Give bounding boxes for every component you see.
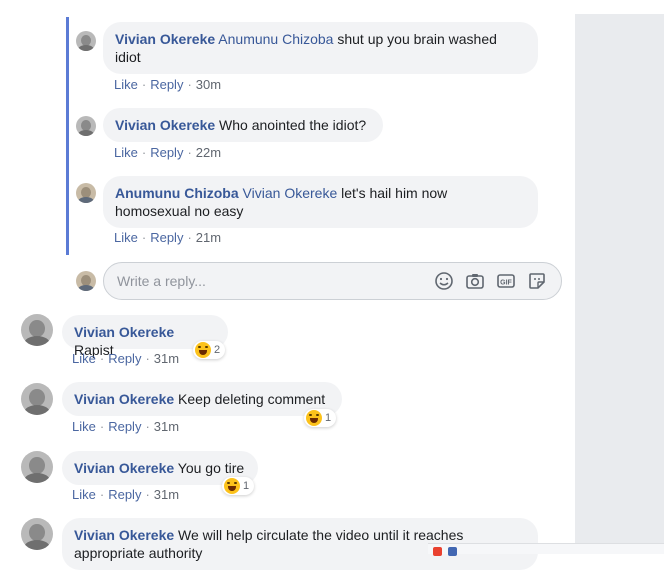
comment-author[interactable]: Vivian Okereke	[115, 117, 215, 133]
reply-link[interactable]: Reply	[108, 351, 141, 366]
current-user-avatar	[76, 271, 96, 291]
reaction-badge[interactable]: 1	[222, 477, 255, 495]
comment-actions: Like · Reply · 22m	[114, 145, 222, 160]
like-link[interactable]: Like	[72, 487, 96, 502]
comment-author[interactable]: Vivian Okereke	[115, 31, 215, 47]
haha-icon	[306, 410, 322, 426]
avatar[interactable]	[21, 314, 53, 346]
svg-text:GIF: GIF	[500, 279, 512, 286]
like-link[interactable]: Like	[114, 145, 138, 160]
comment-text: Who anointed the idiot?	[219, 117, 367, 133]
like-link[interactable]: Like	[114, 77, 138, 92]
gif-icon[interactable]: GIF	[496, 271, 516, 291]
reaction-badge[interactable]: 2	[193, 341, 226, 359]
comment-timestamp[interactable]: 31m	[154, 351, 179, 366]
comment-bubble: Vivian Okereke Who anointed the idiot?	[103, 108, 383, 142]
comment-author[interactable]: Anumunu Chizoba	[115, 185, 239, 201]
avatar[interactable]	[21, 518, 53, 550]
camera-icon[interactable]	[465, 271, 485, 291]
emoji-icon[interactable]	[434, 271, 454, 291]
reply-link[interactable]: Reply	[150, 230, 183, 245]
avatar[interactable]	[76, 183, 96, 203]
right-sidebar	[575, 14, 664, 553]
notification-icon	[433, 547, 442, 556]
comment-text: shut up you brain washed	[337, 31, 497, 47]
comment-actions: Like · Reply · 31m	[72, 419, 180, 434]
comment-timestamp[interactable]: 31m	[154, 419, 179, 434]
comment-timestamp[interactable]: 21m	[196, 230, 221, 245]
comment-author[interactable]: Vivian Okereke	[74, 527, 174, 543]
comment-bubble: Vivian Okereke Anumunu Chizoba shut up y…	[103, 22, 538, 74]
mention-link[interactable]: Anumunu Chizoba	[218, 31, 333, 47]
avatar[interactable]	[76, 31, 96, 51]
comment-actions: Like · Reply · 21m	[114, 230, 222, 245]
reply-composer: GIF	[103, 262, 562, 300]
reply-link[interactable]: Reply	[108, 419, 141, 434]
comment-author[interactable]: Vivian Okereke	[74, 460, 174, 476]
comment-bubble: Vivian Okereke Keep deleting comment	[62, 382, 342, 416]
haha-icon	[195, 342, 211, 358]
reaction-count: 2	[214, 344, 221, 356]
comment-text: You go tire	[177, 460, 245, 476]
reaction-badge[interactable]: 1	[304, 409, 337, 427]
comment-author[interactable]: Vivian Okereke	[74, 324, 174, 340]
reply-thread-line	[66, 17, 69, 255]
reply-link[interactable]: Reply	[108, 487, 141, 502]
sticker-icon[interactable]	[527, 271, 547, 291]
comment-text: We will help circulate the video until i…	[178, 527, 464, 543]
comment-actions: Like · Reply · 30m	[114, 77, 222, 92]
reply-link[interactable]: Reply	[150, 77, 183, 92]
comment-text-continued: homosexual no easy	[115, 203, 244, 219]
comment-text-continued: appropriate authority	[74, 545, 203, 561]
messenger-icon	[448, 547, 457, 556]
reaction-count: 1	[325, 412, 332, 424]
mention-link[interactable]: Vivian Okereke	[243, 185, 338, 201]
comment-text-continued: idiot	[115, 49, 141, 65]
comment-bubble: Anumunu Chizoba Vivian Okereke let's hai…	[103, 176, 538, 228]
comment-actions: Like · Reply · 31m	[72, 351, 180, 366]
reply-link[interactable]: Reply	[150, 145, 183, 160]
avatar[interactable]	[76, 116, 96, 136]
reaction-count: 1	[243, 480, 250, 492]
comment-timestamp[interactable]: 31m	[154, 487, 179, 502]
comment-actions: Like · Reply · 31m	[72, 487, 180, 502]
comment-author[interactable]: Vivian Okereke	[74, 391, 174, 407]
comment-timestamp[interactable]: 30m	[196, 77, 221, 92]
like-link[interactable]: Like	[72, 419, 96, 434]
comment-text: let's hail him now	[341, 185, 448, 201]
comment-text: Keep deleting comment	[178, 391, 326, 407]
reply-input[interactable]	[117, 271, 417, 291]
chat-tab-partial[interactable]	[428, 543, 664, 556]
avatar[interactable]	[21, 383, 53, 415]
comment-timestamp[interactable]: 22m	[196, 145, 221, 160]
haha-icon	[224, 478, 240, 494]
avatar[interactable]	[21, 451, 53, 483]
like-link[interactable]: Like	[114, 230, 138, 245]
like-link[interactable]: Like	[72, 351, 96, 366]
